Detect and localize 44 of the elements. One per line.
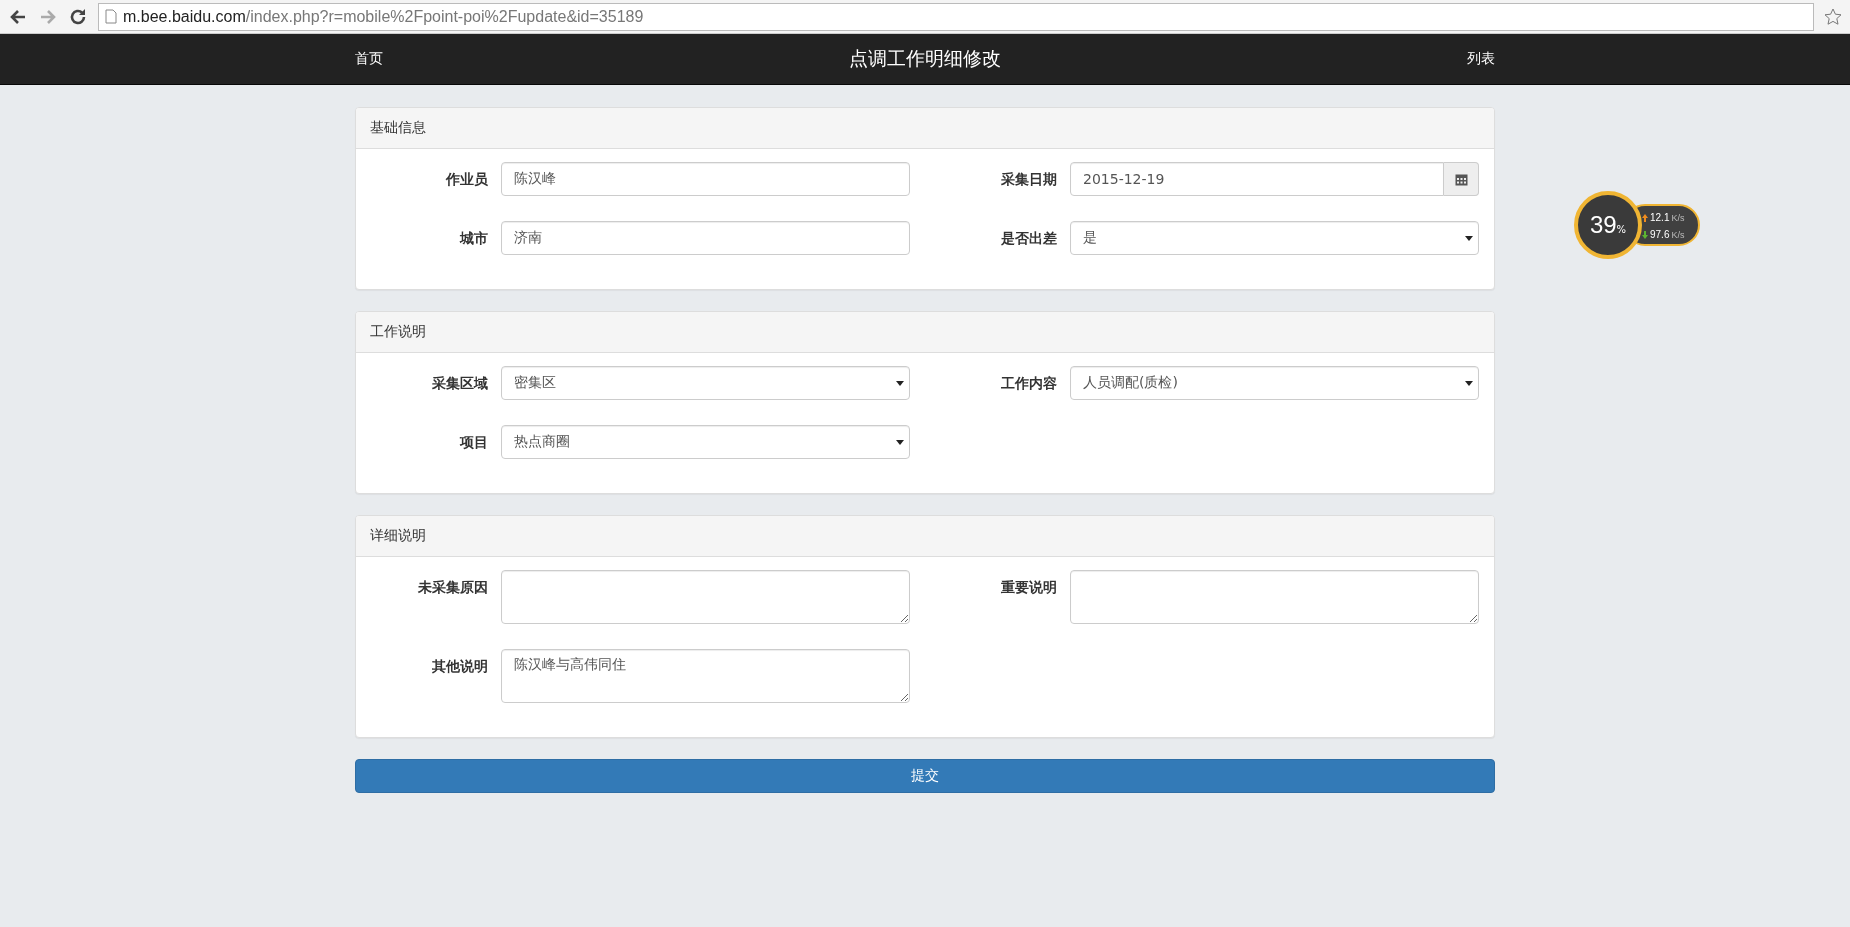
url-text: m.bee.baidu.com/index.php?r=mobile%2Fpoint-poi%2Fupdate&id=35189 bbox=[123, 7, 644, 26]
calendar-icon bbox=[1454, 172, 1468, 186]
caret-icon bbox=[896, 439, 904, 445]
speed-gauge[interactable]: 39% bbox=[1574, 191, 1642, 259]
field-label: 采集日期 bbox=[1000, 170, 1058, 189]
field-label: 采集区域 bbox=[431, 374, 489, 393]
star-icon[interactable] bbox=[1824, 7, 1842, 26]
field-label: 其他说明 bbox=[431, 657, 489, 676]
speed-value: 12.1 bbox=[1650, 212, 1670, 223]
page-title: 点调工作明细修改 bbox=[849, 46, 1001, 71]
list-link[interactable]: 列表 bbox=[1467, 50, 1495, 68]
percent-text: 39 bbox=[1589, 211, 1617, 239]
home-link[interactable]: 首页 bbox=[355, 50, 383, 68]
field-label: 未采集原因 bbox=[417, 578, 489, 597]
address-bar[interactable]: m.bee.baidu.com/index.php?r=mobile%2Fpoint-poi%2Fupdate&id=35189 bbox=[98, 2, 1814, 31]
text-field[interactable]: 济南 bbox=[501, 221, 910, 255]
calendar-button[interactable] bbox=[1444, 162, 1479, 196]
select-dropdown[interactable]: 密集区 bbox=[501, 366, 910, 400]
upload-arrow-icon bbox=[1642, 213, 1648, 222]
page-icon bbox=[105, 9, 117, 24]
caret-icon bbox=[1465, 235, 1473, 241]
field-label: 重要说明 bbox=[1000, 578, 1058, 597]
field-label: 项目 bbox=[458, 433, 489, 452]
percent-unit: % bbox=[1616, 223, 1627, 235]
field-label: 是否出差 bbox=[1000, 229, 1058, 248]
speed-unit: K/s bbox=[1671, 229, 1685, 240]
field-label: 作业员 bbox=[444, 170, 489, 189]
panel-title: 工作说明 bbox=[370, 323, 426, 341]
panel-title: 基础信息 bbox=[370, 119, 426, 137]
text-area[interactable]: 陈汉峰与高伟同住 bbox=[501, 649, 910, 703]
caret-icon bbox=[1465, 380, 1473, 386]
date-field[interactable]: 2015-12-19 bbox=[1070, 162, 1444, 196]
speed-value: 97.6 bbox=[1650, 229, 1670, 240]
panel-title: 详细说明 bbox=[370, 527, 426, 545]
text-field[interactable]: 陈汉峰 bbox=[501, 162, 910, 196]
select-dropdown[interactable]: 人员调配(质检) bbox=[1070, 366, 1479, 400]
speed-unit: K/s bbox=[1671, 212, 1685, 223]
submit-button[interactable]: 提交 bbox=[355, 759, 1495, 793]
field-label: 工作内容 bbox=[1000, 374, 1058, 393]
select-dropdown[interactable]: 热点商圈 bbox=[501, 425, 910, 459]
download-arrow-icon bbox=[1642, 230, 1648, 239]
select-dropdown[interactable]: 是 bbox=[1070, 221, 1479, 255]
field-label: 城市 bbox=[458, 229, 489, 248]
caret-icon bbox=[896, 380, 904, 386]
